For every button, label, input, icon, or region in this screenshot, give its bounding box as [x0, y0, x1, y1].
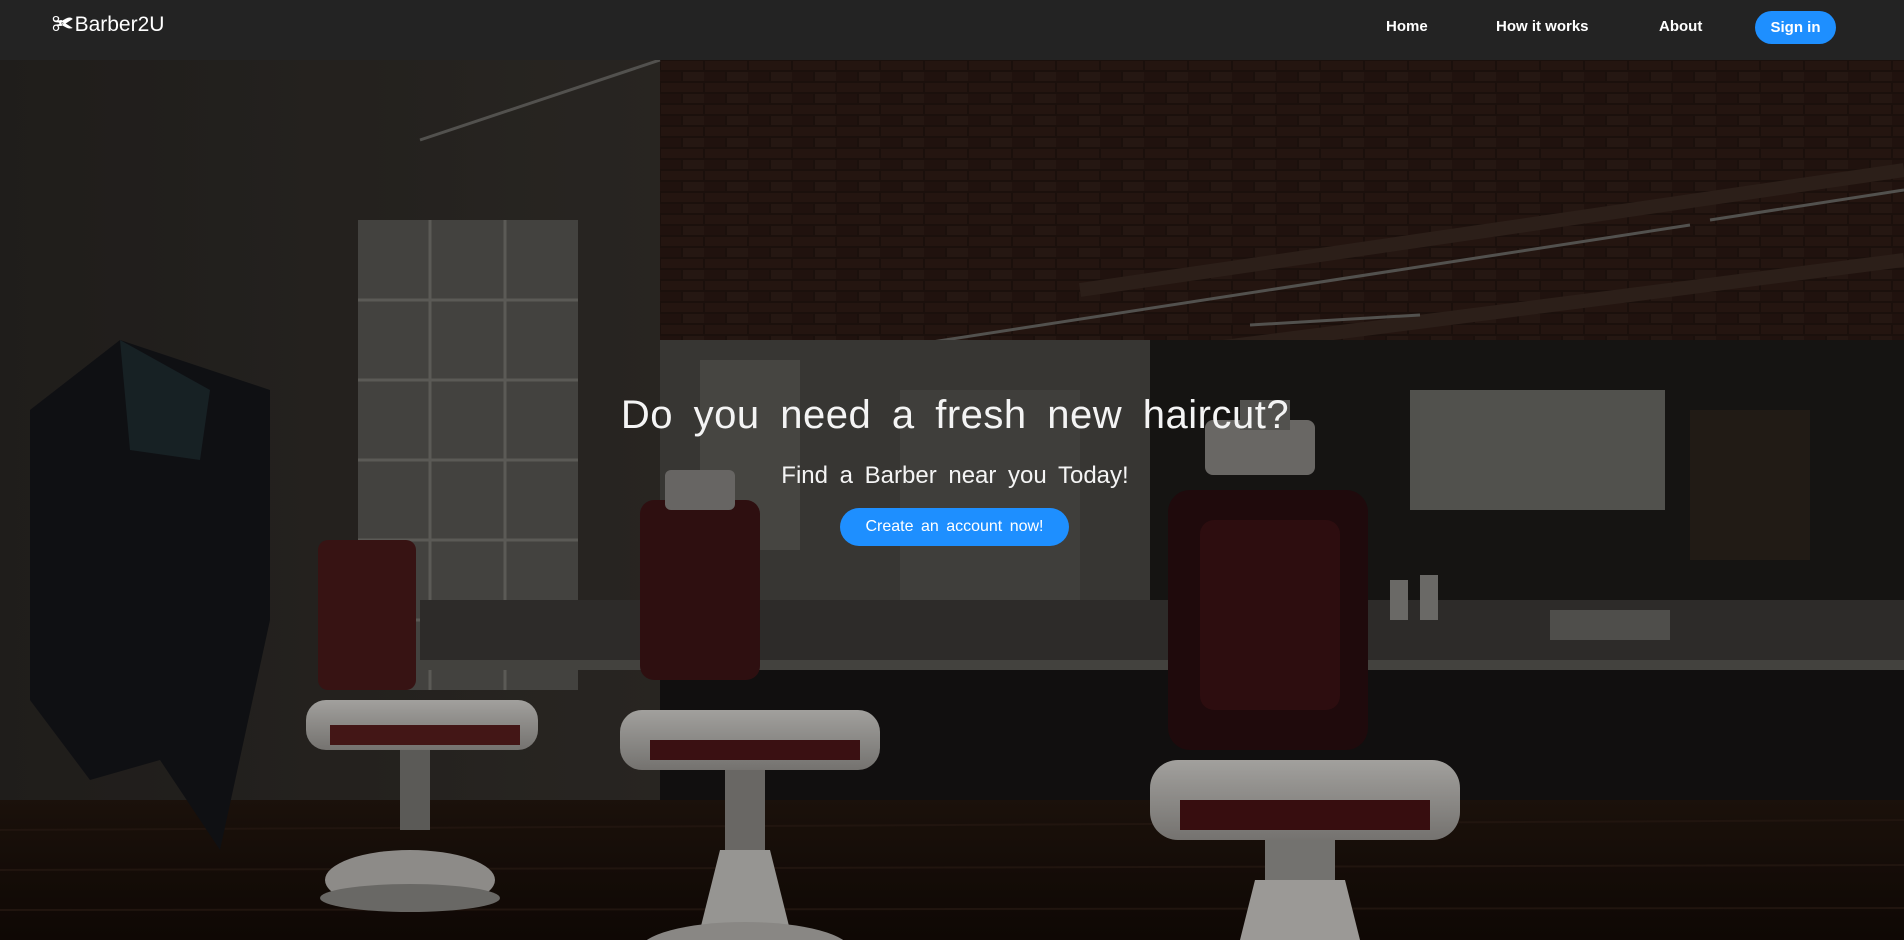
brand-logo[interactable]: ✀ Barber2U — [52, 13, 164, 37]
hero-subtitle: Find a Barber near you Today! — [781, 462, 1129, 489]
hero-content: Do you need a fresh new haircut? Find a … — [0, 0, 1904, 880]
top-navbar: ✀ Barber2U Home How it works About Sign … — [0, 0, 1904, 60]
brand-name: Barber2U — [74, 13, 165, 36]
nav-link-home[interactable]: Home — [1386, 18, 1428, 35]
scissors-icon: ✀ — [52, 12, 74, 37]
page: ✀ Barber2U Home How it works About Sign … — [0, 0, 1904, 940]
nav-link-about[interactable]: About — [1659, 18, 1702, 35]
sign-in-button[interactable]: Sign in — [1755, 11, 1836, 44]
hero-title: Do you need a fresh new haircut? — [620, 393, 1290, 437]
nav-link-how-it-works[interactable]: How it works — [1496, 18, 1589, 35]
create-account-button[interactable]: Create an account now! — [840, 508, 1069, 546]
